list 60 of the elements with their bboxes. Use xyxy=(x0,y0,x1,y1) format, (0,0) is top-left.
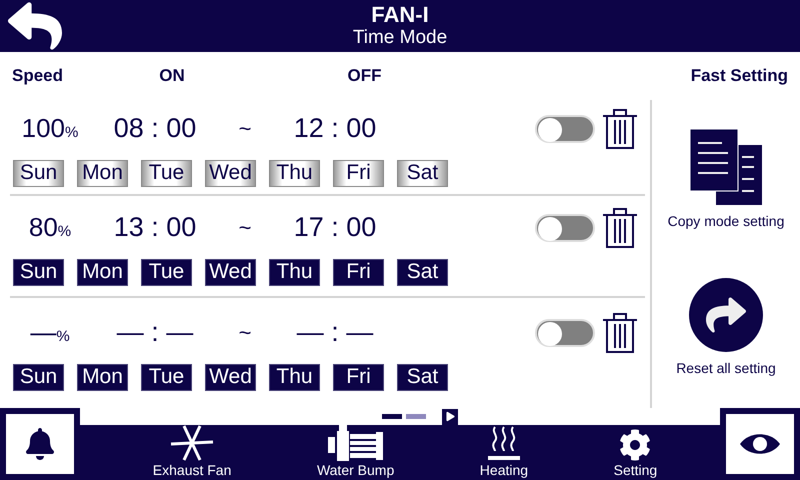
day-button[interactable]: Sun xyxy=(13,364,64,390)
on-time[interactable]: 08 : 00 xyxy=(114,113,196,144)
day-button[interactable]: Wed xyxy=(205,160,256,186)
column-header: OFF xyxy=(348,66,382,86)
range-separator: ~ xyxy=(238,116,252,142)
day-button[interactable]: Thu xyxy=(269,364,320,390)
next-page-button[interactable] xyxy=(442,408,458,424)
trash-icon[interactable] xyxy=(602,108,638,150)
range-separator: ~ xyxy=(238,320,252,346)
day-button[interactable]: Sun xyxy=(13,258,64,286)
toggle-switch[interactable] xyxy=(535,214,595,242)
nav-item[interactable]: Exhaust Fan xyxy=(152,425,232,480)
day-button[interactable]: Fri xyxy=(333,258,384,286)
alarm-button[interactable] xyxy=(0,408,80,480)
day-button[interactable]: Tue xyxy=(141,160,192,186)
column-header: ON xyxy=(159,66,185,86)
off-time[interactable]: 17 : 00 xyxy=(294,212,376,243)
section-title: Fast Setting xyxy=(690,65,789,87)
day-button[interactable]: Mon xyxy=(77,258,128,286)
play-icon xyxy=(444,410,456,423)
speed-value[interactable]: 80% xyxy=(28,212,72,243)
off-time[interactable]: — : — xyxy=(296,317,374,348)
day-button[interactable]: Wed xyxy=(205,258,256,286)
bell-icon xyxy=(24,428,56,460)
view-button[interactable] xyxy=(720,408,800,480)
off-time[interactable]: 12 : 00 xyxy=(294,113,376,144)
day-button[interactable]: Mon xyxy=(77,160,128,186)
day-button[interactable]: Tue xyxy=(141,258,192,286)
trash-icon[interactable] xyxy=(602,312,638,354)
trash-icon[interactable] xyxy=(602,206,638,248)
nav-item[interactable]: Setting xyxy=(614,425,658,480)
day-button[interactable]: Fri xyxy=(333,160,384,186)
app-title: FAN-I xyxy=(371,3,429,27)
pump-icon xyxy=(328,425,384,461)
on-time[interactable]: — : — xyxy=(116,317,194,348)
nav-item[interactable]: Water Bump xyxy=(316,425,394,480)
toggle-switch[interactable] xyxy=(535,114,595,142)
on-time[interactable]: 13 : 00 xyxy=(114,212,196,243)
day-button[interactable]: Sat xyxy=(397,258,448,286)
toggle-switch[interactable] xyxy=(535,318,595,346)
speed-value[interactable]: 100% xyxy=(22,113,78,144)
day-button[interactable]: Mon xyxy=(77,364,128,390)
nav-item[interactable]: Heating xyxy=(480,425,528,480)
range-separator: ~ xyxy=(238,214,252,240)
day-button[interactable]: Sun xyxy=(13,160,64,186)
day-button[interactable]: Tue xyxy=(141,364,192,390)
column-header: Speed xyxy=(12,66,64,86)
settings-icon xyxy=(619,429,652,461)
day-button[interactable]: Fri xyxy=(333,364,384,390)
day-button[interactable]: Sat xyxy=(397,160,448,186)
documents-icon xyxy=(690,128,762,204)
day-button[interactable]: Sat xyxy=(397,364,448,390)
fan-icon xyxy=(170,425,214,461)
speed-value[interactable]: —% xyxy=(30,317,70,348)
page-subtitle: Time Mode xyxy=(352,27,448,49)
day-button[interactable]: Thu xyxy=(269,258,320,286)
day-button[interactable]: Wed xyxy=(205,364,256,390)
heating-icon xyxy=(486,425,521,461)
day-button[interactable]: Thu xyxy=(269,160,320,186)
copy-button[interactable]: Copy mode setting xyxy=(668,128,784,228)
